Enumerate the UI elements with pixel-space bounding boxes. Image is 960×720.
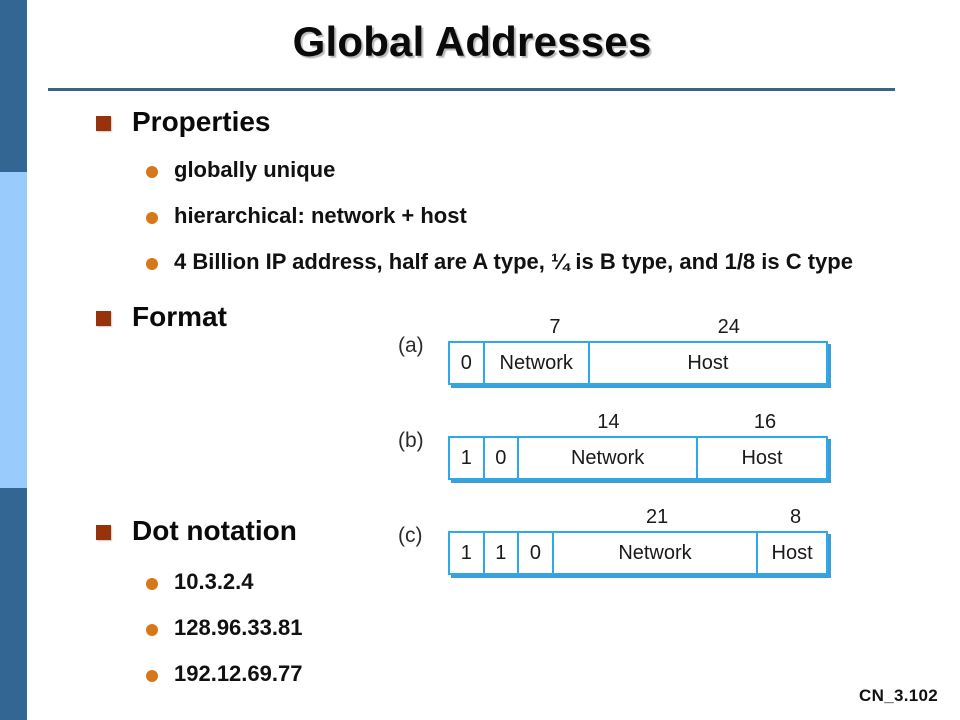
figure-bit-width-label: 8 (790, 506, 802, 528)
figure-field-cell: 1 (450, 438, 485, 478)
bullet-heading-properties: Properties (90, 108, 950, 136)
sidebar-segment-middle (0, 172, 27, 488)
bullet-item-label: 4 Billion IP address, half are A type, ¼… (174, 249, 853, 274)
figure-field-cell: Host (687, 351, 729, 374)
slide-footer: CN_3.102 (859, 686, 938, 705)
page-title: Global Addresses (292, 18, 652, 65)
bullet-item-label: 192.12.69.77 (174, 661, 303, 686)
bullet-item-label: globally unique (174, 157, 336, 182)
figure-address-bar: 1 0 Network Host (448, 436, 828, 480)
round-bullet-icon (146, 212, 158, 224)
ip-address-format-figure: (a) 7 24 0 Network Host (b) 14 16 1 0 Network Host (c… (398, 316, 838, 596)
figure-bit-width-labels: 7 24 (448, 316, 830, 342)
square-bullet-icon (96, 311, 111, 326)
figure-field-cell: Host (771, 541, 813, 564)
bullet-item-ip-2: 128.96.33.81 (90, 617, 950, 639)
round-bullet-icon (146, 624, 158, 636)
title-divider (48, 88, 895, 91)
bullet-item-globally-unique: globally unique (90, 159, 950, 181)
bullet-item-label: 128.96.33.81 (174, 615, 303, 640)
figure-field-cell: Network (554, 533, 759, 573)
bullet-heading-label: Properties (132, 106, 271, 137)
sidebar-decoration (0, 0, 27, 720)
figure-bit-width-label: 16 (753, 411, 777, 433)
figure-field-cell: 1 (485, 533, 520, 573)
round-bullet-icon (146, 670, 158, 682)
figure-field-cell: 0 (485, 438, 520, 478)
round-bullet-icon (146, 258, 158, 270)
slide: Global Addresses Properties globally uni… (0, 0, 960, 720)
figure-field-cell: 0 (450, 343, 485, 383)
figure-address-bar: 1 1 0 Network Host (448, 531, 828, 575)
bullet-item-label: 10.3.2.4 (174, 569, 254, 594)
figure-bit-width-label: 24 (717, 316, 740, 338)
square-bullet-icon (96, 116, 111, 131)
sidebar-segment-bottom (0, 488, 27, 720)
figure-field-cell: 0 (519, 533, 554, 573)
figure-row: (a) 7 24 0 Network Host (398, 316, 838, 392)
figure-bit-width-labels: 21 8 (448, 506, 830, 532)
round-bullet-icon (146, 166, 158, 178)
square-bullet-icon (96, 525, 111, 540)
bullet-heading-label: Dot notation (132, 515, 297, 546)
figure-bit-width-labels: 14 16 (448, 411, 830, 437)
bullet-item-label: hierarchical: network + host (174, 203, 467, 228)
figure-field-cell: Network (485, 343, 590, 383)
figure-row-label: (a) (398, 334, 424, 357)
figure-field-cell: 1 (450, 533, 485, 573)
bullet-item-ip-3: 192.12.69.77 (90, 663, 950, 685)
bullet-item-hierarchical: hierarchical: network + host (90, 205, 950, 227)
sidebar-segment-top (0, 0, 27, 172)
figure-address-bar: 0 Network Host (448, 341, 828, 385)
figure-bit-width-label: 7 (549, 316, 561, 338)
bullet-heading-label: Format (132, 301, 227, 332)
figure-field-cell: Network (519, 438, 699, 478)
figure-field-cell: Host (741, 446, 783, 469)
figure-bit-width-label: 21 (646, 506, 669, 528)
figure-row-label: (b) (398, 429, 424, 452)
bullet-item-address-counts: 4 Billion IP address, half are A type, ¼… (90, 251, 950, 273)
figure-row: (b) 14 16 1 0 Network Host (398, 411, 838, 487)
figure-row: (c) 21 8 1 1 0 Network Host (398, 506, 838, 582)
figure-bit-width-label: 14 (597, 411, 620, 433)
round-bullet-icon (146, 578, 158, 590)
figure-row-label: (c) (398, 524, 423, 547)
